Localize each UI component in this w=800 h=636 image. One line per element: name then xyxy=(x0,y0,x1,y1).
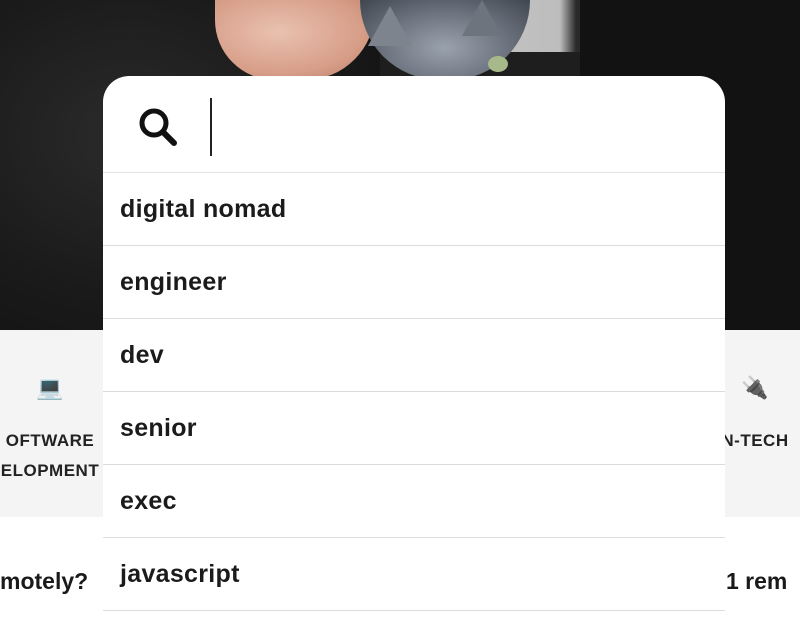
suggestion-item[interactable]: exec xyxy=(103,465,725,538)
hero-cat-ear xyxy=(368,6,412,46)
search-dropdown: digital nomad engineer dev senior exec j… xyxy=(103,76,725,636)
category-software-development[interactable]: 💻 OFTWARE ELOPMENT xyxy=(0,374,110,486)
category-label-line: N-TECH xyxy=(721,431,789,450)
search-icon[interactable] xyxy=(135,104,179,148)
search-input[interactable] xyxy=(211,98,691,154)
hero-cat-ear xyxy=(462,0,502,36)
category-label-line: OFTWARE xyxy=(5,431,95,450)
suggestion-label: javascript xyxy=(120,559,240,588)
suggestion-label: senior xyxy=(120,413,197,442)
suggestion-label: exec xyxy=(120,486,177,515)
suggestion-item[interactable]: dev xyxy=(103,319,725,392)
laptop-icon: 💻 xyxy=(36,375,64,400)
question-heading-left: motely? xyxy=(0,568,89,594)
suggestion-item[interactable]: senior xyxy=(103,392,725,465)
suggestion-list: digital nomad engineer dev senior exec j… xyxy=(103,173,725,611)
suggestion-item[interactable]: digital nomad xyxy=(103,173,725,246)
suggestion-label: engineer xyxy=(120,267,227,296)
text-cursor xyxy=(210,98,212,156)
hero-cat-eye xyxy=(488,56,508,72)
suggestion-label: digital nomad xyxy=(120,194,287,223)
suggestion-item[interactable]: engineer xyxy=(103,246,725,319)
category-label-line: ELOPMENT xyxy=(0,461,100,480)
suggestion-item[interactable]: javascript xyxy=(103,538,725,611)
question-heading-right: 1 rem xyxy=(726,568,788,594)
search-bar[interactable] xyxy=(103,76,725,173)
suggestion-label: dev xyxy=(120,340,164,369)
